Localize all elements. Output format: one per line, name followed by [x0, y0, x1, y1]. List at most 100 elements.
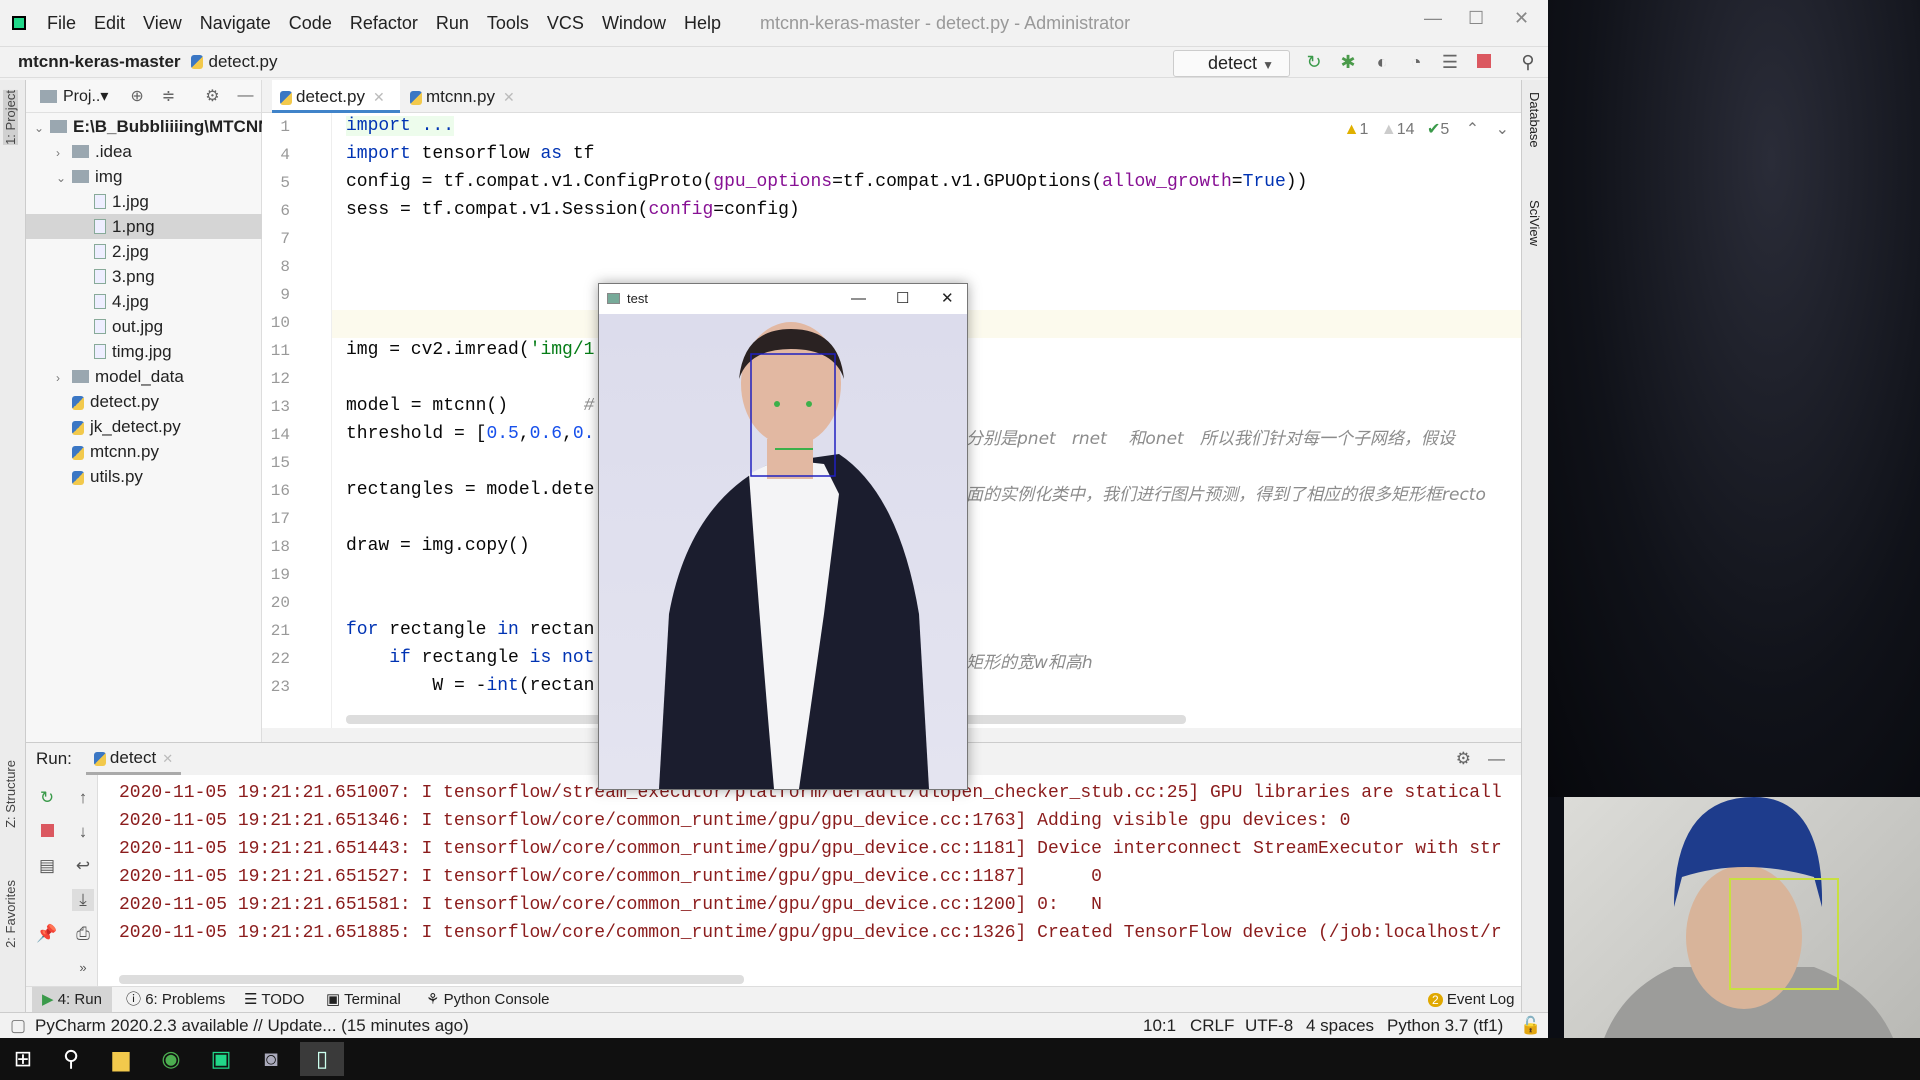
code-line[interactable]: import tensorflow as tf: [346, 144, 594, 164]
camera-icon[interactable]: ◙: [254, 1042, 288, 1076]
hide-icon[interactable]: —: [1488, 749, 1505, 769]
code-line[interactable]: draw = img.copy(): [346, 536, 530, 556]
minimize-button[interactable]: —: [851, 284, 866, 314]
code-line[interactable]: import ...: [346, 116, 455, 136]
tool-problems[interactable]: ⓘ 6: Problems: [126, 987, 225, 1013]
tool-event-log[interactable]: 2 Event Log: [1428, 987, 1514, 1013]
minimize-button[interactable]: —: [1424, 8, 1442, 29]
chrome-icon[interactable]: ◉: [154, 1042, 188, 1076]
code-line[interactable]: rectangles = model.dete: [346, 480, 594, 500]
next-highlight-icon[interactable]: ⌄: [1496, 121, 1509, 138]
code-line[interactable]: for rectangle in rectan: [346, 620, 594, 640]
layout-icon[interactable]: ▤: [36, 855, 58, 877]
gear-icon[interactable]: ⚙: [1456, 749, 1471, 769]
tree-item[interactable]: 1.jpg: [26, 189, 262, 214]
windows-start-icon[interactable]: ⊞: [6, 1042, 40, 1076]
tool-python-console[interactable]: ⚘ Python Console: [426, 987, 550, 1013]
rerun-icon[interactable]: ↻: [36, 787, 58, 809]
chevron-right-icon[interactable]: ›: [56, 366, 72, 389]
run-concurrent-icon[interactable]: ☰: [1440, 52, 1460, 72]
search-icon[interactable]: ⚲: [54, 1042, 88, 1076]
tree-item[interactable]: › .idea: [26, 139, 262, 164]
code-line[interactable]: model = mtcnn() #: [346, 396, 594, 416]
close-tab-icon[interactable]: ✕: [373, 89, 385, 105]
collapse-all-icon[interactable]: ≑: [162, 86, 175, 106]
close-button[interactable]: ✕: [1514, 8, 1529, 29]
lock-icon[interactable]: 🔓: [1520, 1013, 1541, 1039]
hide-icon[interactable]: —: [238, 87, 254, 105]
tree-item[interactable]: mtcnn.py: [26, 439, 262, 464]
maximize-button[interactable]: ☐: [896, 284, 909, 314]
tool-todo[interactable]: ☰ TODO: [244, 987, 304, 1013]
tool-run[interactable]: ▶ 4: Run: [32, 987, 112, 1013]
tree-item[interactable]: out.jpg: [26, 314, 262, 339]
code-line[interactable]: config = tf.compat.v1.ConfigProto(gpu_op…: [346, 172, 1307, 192]
file-encoding[interactable]: UTF-8: [1245, 1013, 1293, 1039]
tree-item[interactable]: › model_data: [26, 364, 262, 389]
scroll-to-end-icon[interactable]: ⤓: [72, 889, 94, 911]
tree-item[interactable]: 4.jpg: [26, 289, 262, 314]
up-arrow-icon[interactable]: ↑: [72, 787, 94, 809]
menu-file[interactable]: File: [47, 13, 76, 34]
sciview-tool-button[interactable]: SciView: [1527, 200, 1542, 246]
run-tab-detect[interactable]: detect ✕: [85, 743, 182, 775]
status-message[interactable]: PyCharm 2020.2.3 available // Update... …: [35, 1013, 469, 1039]
console-scrollbar[interactable]: [119, 975, 744, 984]
code-line[interactable]: img = cv2.imread('img/1: [346, 340, 594, 360]
line-separator[interactable]: CRLF: [1190, 1013, 1234, 1039]
test-window-titlebar[interactable]: test — ☐ ✕: [599, 284, 967, 314]
close-tab-icon[interactable]: ✕: [162, 751, 173, 766]
run-config-select[interactable]: detect ▼: [1173, 50, 1290, 77]
favorites-tool-button[interactable]: 2: Favorites: [3, 880, 18, 948]
chevron-down-icon[interactable]: ⌄: [56, 166, 72, 189]
tree-item[interactable]: 3.png: [26, 264, 262, 289]
stop-icon[interactable]: [1477, 54, 1491, 68]
more-icon[interactable]: »: [72, 957, 94, 979]
database-tool-button[interactable]: Database: [1527, 92, 1542, 148]
menu-window[interactable]: Window: [602, 13, 666, 34]
structure-tool-button[interactable]: Z: Structure: [3, 760, 18, 828]
inspection-widget[interactable]: ▲1 ▲14 ✔5 ⌃ ⌄: [1344, 119, 1509, 139]
code-line[interactable]: if rectangle is not: [346, 648, 594, 668]
locate-icon[interactable]: ⊕: [130, 86, 143, 106]
tool-terminal[interactable]: ▣ Terminal: [326, 987, 401, 1013]
chevron-right-icon[interactable]: ›: [56, 141, 72, 164]
print-icon[interactable]: ⎙: [72, 923, 94, 945]
menu-run[interactable]: Run: [436, 13, 469, 34]
soft-wrap-icon[interactable]: ↩: [72, 855, 94, 877]
code-line[interactable]: sess = tf.compat.v1.Session(config=confi…: [346, 200, 800, 220]
tree-item[interactable]: utils.py: [26, 464, 262, 489]
tree-item[interactable]: ⌄ E:\B_Bubbliiiing\MTCNN: [26, 114, 262, 139]
maximize-button[interactable]: ☐: [1468, 8, 1484, 29]
menu-tools[interactable]: Tools: [487, 13, 529, 34]
coverage-icon[interactable]: ◐: [1372, 52, 1392, 72]
menu-view[interactable]: View: [143, 13, 182, 34]
debug-icon[interactable]: ✱: [1338, 52, 1358, 72]
test-window-taskbar-icon[interactable]: ▯: [300, 1042, 344, 1076]
code-line[interactable]: threshold = [0.5,0.6,0.: [346, 424, 594, 444]
gear-icon[interactable]: ⚙: [205, 86, 219, 106]
tab-mtcnn-py[interactable]: mtcnn.py ✕: [402, 80, 532, 113]
menu-navigate[interactable]: Navigate: [200, 13, 271, 34]
menu-vcs[interactable]: VCS: [547, 13, 584, 34]
python-interpreter[interactable]: Python 3.7 (tf1): [1387, 1013, 1503, 1039]
pycharm-icon[interactable]: ▣: [204, 1042, 238, 1076]
menu-refactor[interactable]: Refactor: [350, 13, 418, 34]
status-toggle-icon[interactable]: ▢: [10, 1013, 26, 1039]
search-icon[interactable]: ⚲: [1518, 52, 1538, 72]
code-line[interactable]: W = -int(rectan: [346, 676, 594, 696]
previous-highlight-icon[interactable]: ⌃: [1466, 121, 1479, 138]
breadcrumb-project[interactable]: mtcnn-keras-master: [18, 52, 181, 72]
caret-position[interactable]: 10:1: [1143, 1013, 1176, 1039]
rerun-icon[interactable]: ↻: [1304, 52, 1324, 72]
breadcrumb-file[interactable]: detect.py: [209, 52, 278, 72]
tree-item[interactable]: 2.jpg: [26, 239, 262, 264]
project-tool-button[interactable]: 1: Project: [3, 90, 18, 145]
stop-icon[interactable]: [40, 824, 54, 837]
close-tab-icon[interactable]: ✕: [503, 89, 515, 105]
tab-detect-py[interactable]: detect.py ✕: [272, 80, 400, 113]
tree-item[interactable]: ⌄ img: [26, 164, 262, 189]
file-explorer-icon[interactable]: ▆: [104, 1042, 138, 1076]
menu-edit[interactable]: Edit: [94, 13, 125, 34]
tree-item[interactable]: 1.png: [26, 214, 262, 239]
